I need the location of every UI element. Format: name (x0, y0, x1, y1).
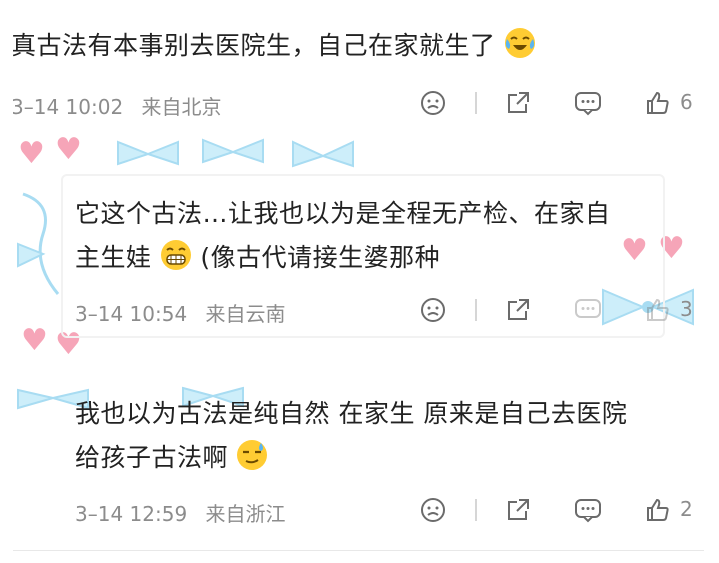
like-count: 3 (680, 297, 693, 321)
divider (475, 499, 477, 521)
comment-location: 来自浙江 (205, 502, 286, 526)
like-count: 6 (680, 90, 693, 114)
dislike-face-icon[interactable] (418, 295, 448, 325)
heart-decoration: ♥ (21, 323, 48, 358)
comment-bubble-icon[interactable] (573, 495, 603, 525)
sweat-smile-emoji-icon (236, 439, 268, 471)
divider (475, 299, 477, 321)
comment-bubble-icon[interactable] (573, 295, 603, 325)
comment-line: (像古代请接生婆那种 (200, 243, 441, 272)
like-count: 2 (680, 497, 693, 521)
comment-line: 真古法有本事别去医院生，自己在家就生了 (13, 31, 496, 60)
share-icon[interactable] (503, 495, 533, 525)
heart-decoration: ♥ (55, 327, 82, 362)
comment-time: 3–14 10:54 (75, 302, 188, 326)
bow-decoration (17, 192, 60, 295)
comment-bubble-icon[interactable] (573, 88, 603, 118)
comment-actions: 2 (418, 495, 704, 525)
comment-text: 真古法有本事别去医院生，自己在家就生了 (13, 24, 536, 68)
comment-line-2: 给孩子古法啊 (75, 436, 627, 480)
comment-location: 来自北京 (141, 95, 222, 119)
comment-text: 它这个古法…让我也以为是全程无产检、在家自 主生娃 (像古代请接生婆那种 (75, 192, 611, 280)
comment-time: 3–14 12:59 (75, 502, 188, 526)
comment-line: 主生娃 (75, 243, 152, 272)
comment-meta: 3–14 10:54 来自云南 (75, 298, 298, 327)
comment-location: 来自云南 (205, 302, 286, 326)
dislike-face-icon[interactable] (418, 495, 448, 525)
comment-actions: 3 (418, 295, 704, 325)
grinning-emoji-icon (160, 239, 192, 271)
dislike-face-icon[interactable] (418, 88, 448, 118)
heart-decoration: ♥ (658, 231, 685, 266)
comment-list: ♥ ♥ ♥ ♥ ♥ ♥ 真古法有本事别去医院生，自己在家就生了 3–14 10:… (13, 4, 704, 551)
comment-text: 我也以为古法是纯自然 在家生 原来是自己去医院 给孩子古法啊 (75, 392, 627, 480)
share-icon[interactable] (503, 295, 533, 325)
heart-decoration: ♥ (621, 233, 648, 268)
heart-decoration: ♥ (18, 136, 45, 171)
comment-line: 我也以为古法是纯自然 在家生 原来是自己去医院 (75, 399, 628, 428)
divider (475, 92, 477, 114)
comment-actions: 6 (418, 88, 704, 118)
thumbs-up-icon[interactable] (643, 88, 673, 118)
comment-line-2: 主生娃 (像古代请接生婆那种 (75, 236, 611, 280)
comment-meta: 3–14 10:02 来自北京 (13, 91, 234, 120)
crying-laughing-emoji-icon (504, 27, 536, 59)
thumbs-up-icon[interactable] (643, 495, 673, 525)
heart-decoration: ♥ (55, 132, 82, 167)
comment-line: 它这个古法…让我也以为是全程无产检、在家自 (75, 199, 611, 228)
share-icon[interactable] (503, 88, 533, 118)
bow-decoration (117, 138, 354, 168)
thumbs-up-icon[interactable] (643, 295, 673, 325)
comment-meta: 3–14 12:59 来自浙江 (75, 498, 298, 527)
comment-line: 给孩子古法啊 (75, 443, 229, 472)
comment-time: 3–14 10:02 (13, 95, 124, 119)
